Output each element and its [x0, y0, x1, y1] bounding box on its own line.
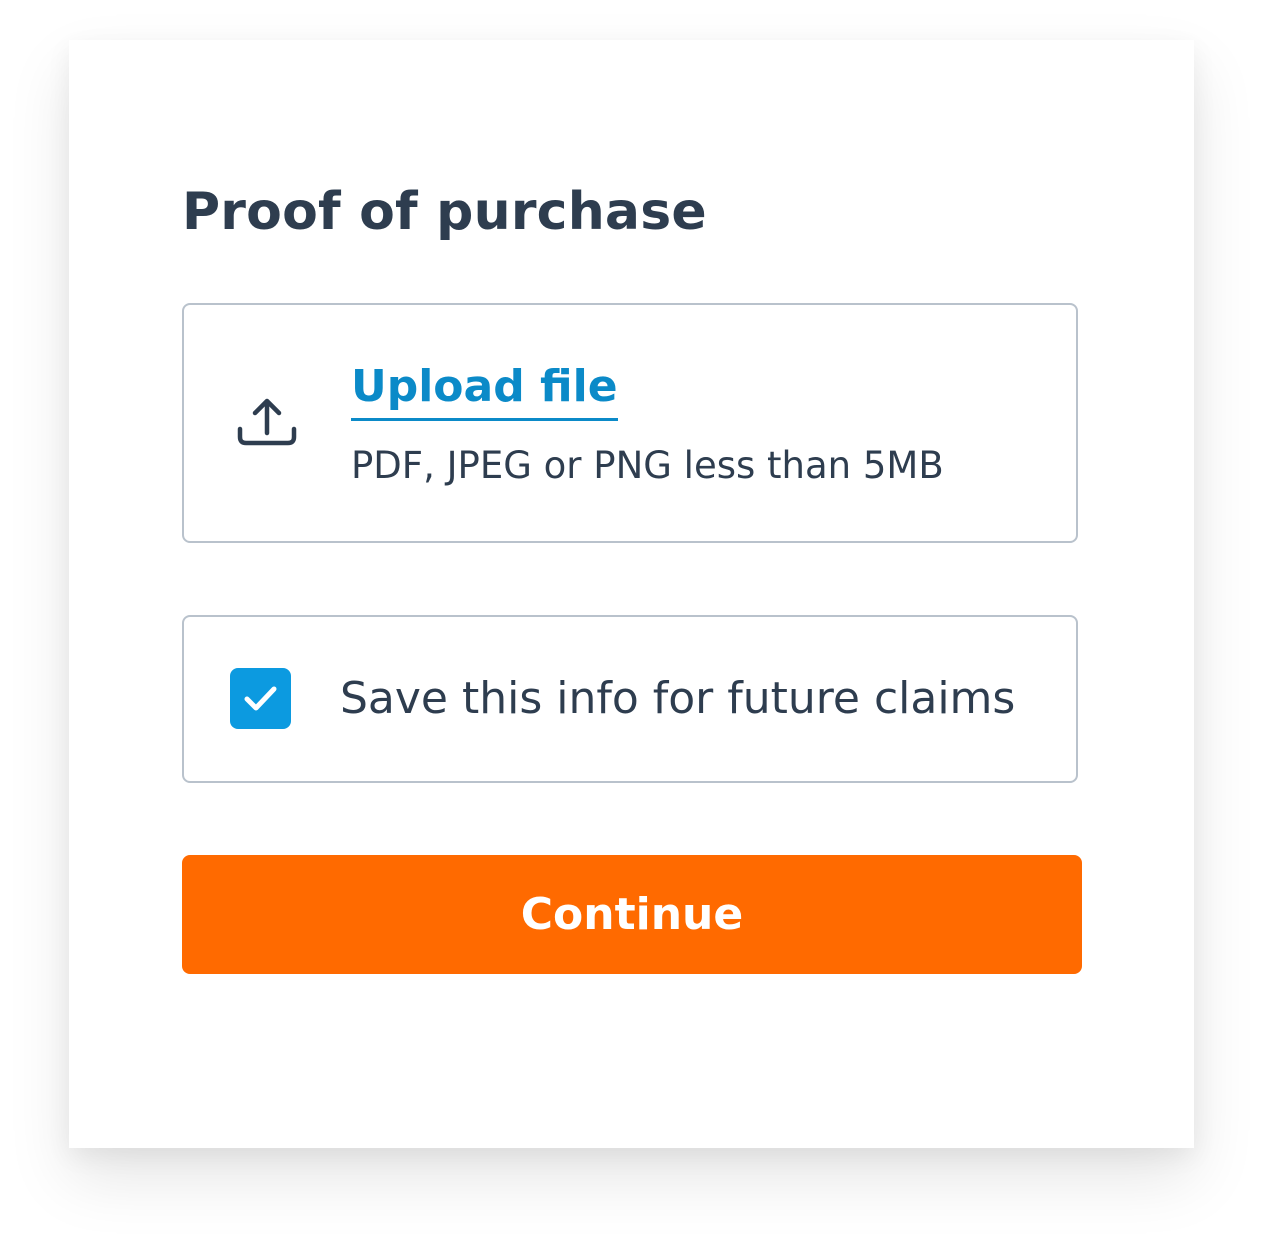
upload-file-hint: PDF, JPEG or PNG less than 5MB [351, 444, 944, 487]
continue-button[interactable]: Continue [182, 855, 1082, 974]
proof-of-purchase-card: Proof of purchase Upload file PDF, JPEG … [69, 40, 1194, 1148]
save-info-option[interactable]: Save this info for future claims [182, 615, 1078, 783]
page-title: Proof of purchase [182, 182, 707, 242]
upload-file-link[interactable]: Upload file [351, 358, 618, 421]
upload-dropzone[interactable]: Upload file PDF, JPEG or PNG less than 5… [182, 303, 1078, 543]
upload-icon[interactable] [236, 397, 298, 447]
save-info-label: Save this info for future claims [340, 673, 1016, 724]
checkmark-icon [244, 686, 277, 711]
save-info-checkbox[interactable] [230, 668, 291, 729]
